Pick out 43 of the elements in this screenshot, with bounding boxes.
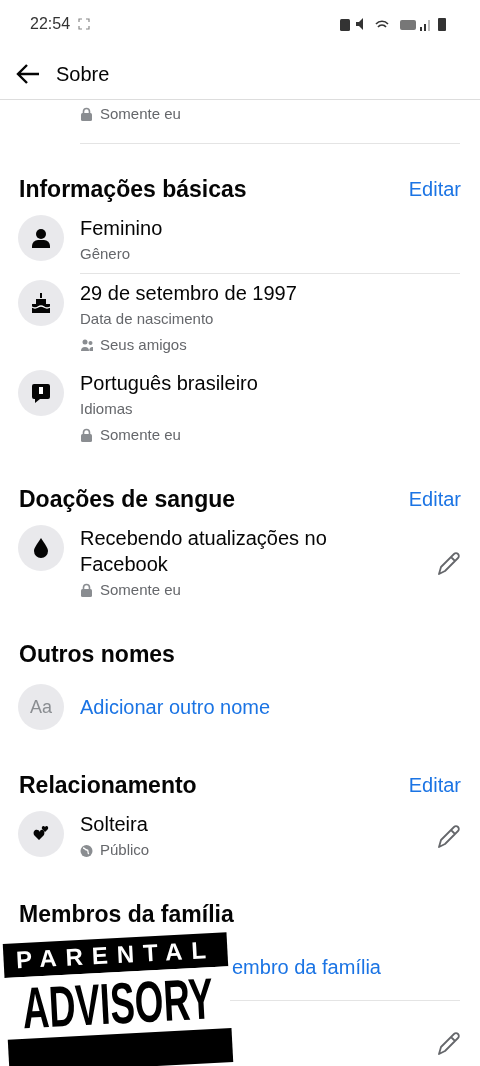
person-icon <box>31 228 51 248</box>
detail-label: Gênero <box>80 244 132 264</box>
detail-title: Solteira <box>80 812 149 837</box>
lock-icon <box>80 582 94 598</box>
detail-title: Recebendo atualizações no Facebook <box>80 526 328 577</box>
edit-link[interactable]: Editar <box>408 484 461 514</box>
drop-icon <box>31 538 51 558</box>
section-title: Relacionamento <box>19 770 197 800</box>
privacy-label: Público <box>100 839 150 860</box>
globe-icon <box>80 842 94 858</box>
people-icon <box>80 337 94 353</box>
section-title: Membros da família <box>19 899 234 929</box>
privacy-label: Somente eu <box>100 103 181 124</box>
edit-button[interactable] <box>436 551 462 577</box>
lock-icon <box>80 427 94 443</box>
clock-time: 22:54 <box>30 14 71 34</box>
lock-icon <box>80 106 94 122</box>
detail-title: Português brasileiro <box>80 371 259 396</box>
page-title: Sobre <box>56 61 110 87</box>
pencil-icon <box>436 551 462 577</box>
back-button[interactable] <box>16 63 40 84</box>
section-title: Outros nomes <box>19 639 175 669</box>
privacy-label: Somente eu <box>100 579 181 600</box>
name-icon: Aa <box>18 684 64 730</box>
cake-icon <box>31 293 51 313</box>
add-name-link[interactable]: Adicionar outro nome <box>80 694 462 720</box>
section-title: Informações básicas <box>19 174 247 204</box>
detail-label: Data de nascimento <box>80 309 215 329</box>
detail-title: Feminino <box>80 216 164 241</box>
section-title: Doações de sangue <box>19 484 236 514</box>
pencil-icon <box>436 824 462 850</box>
edit-button[interactable] <box>436 824 462 850</box>
edit-link[interactable]: Editar <box>408 770 461 800</box>
pencil-icon <box>436 1031 462 1057</box>
detail-title: 29 de setembro de 1997 <box>80 281 298 306</box>
privacy-label: Seus amigos <box>100 334 187 355</box>
speech-bubble-icon <box>31 383 51 403</box>
screen-record-icon <box>78 18 91 30</box>
privacy-label: Somente eu <box>100 424 181 445</box>
edit-button[interactable] <box>436 1031 462 1057</box>
edit-link[interactable]: Editar <box>408 174 461 204</box>
detail-label: Idiomas <box>80 399 134 419</box>
add-family-link[interactable]: embro da família <box>232 954 381 980</box>
